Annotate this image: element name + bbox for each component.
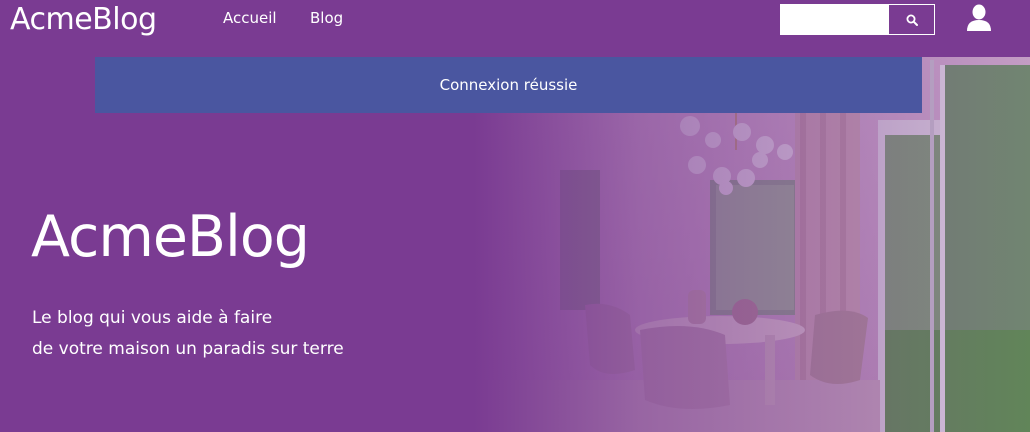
success-alert: Connexion réussie <box>95 57 922 113</box>
hero-subtitle: Le blog qui vous aide à faire de votre m… <box>32 303 344 365</box>
nav-link-accueil[interactable]: Accueil <box>223 9 277 27</box>
search-button[interactable] <box>888 4 935 35</box>
hero-subtitle-line-1: Le blog qui vous aide à faire <box>32 308 273 328</box>
search-input[interactable] <box>780 4 888 35</box>
nav-link-blog[interactable]: Blog <box>310 9 343 27</box>
search-icon <box>906 14 918 26</box>
site-logo[interactable]: AcmeBlog <box>10 3 157 37</box>
top-navbar: AcmeBlog Accueil Blog <box>0 0 1030 57</box>
alert-text: Connexion réussie <box>439 76 578 94</box>
hero-title: AcmeBlog <box>31 204 310 270</box>
search-form <box>780 4 935 35</box>
hero-subtitle-line-2: de votre maison un paradis sur terre <box>32 339 344 359</box>
user-icon[interactable] <box>966 4 992 32</box>
